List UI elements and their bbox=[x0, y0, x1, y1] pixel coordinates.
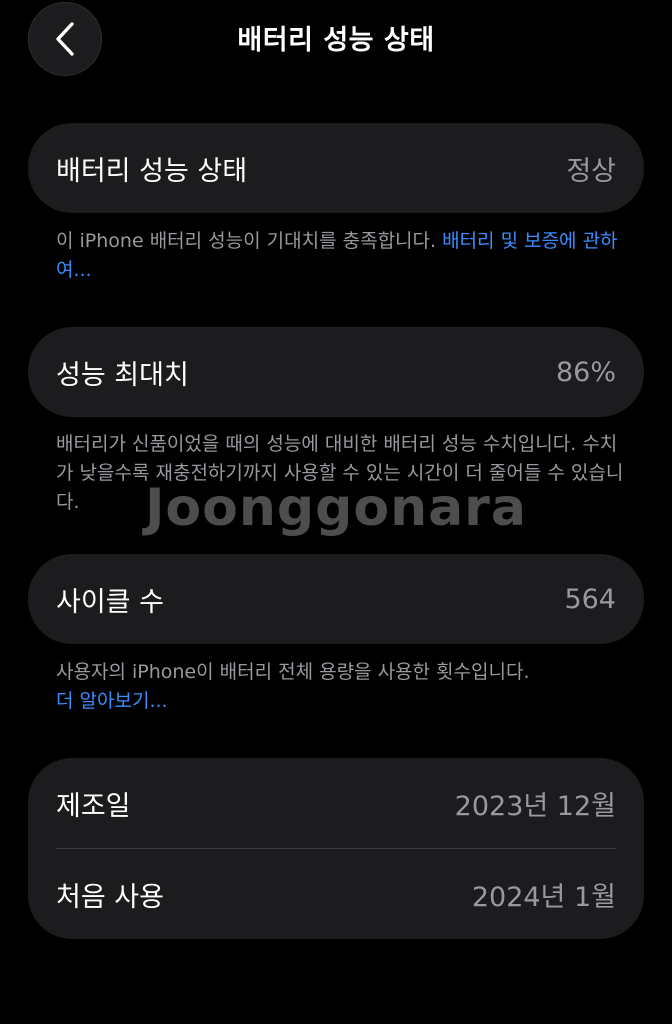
cycle-count-row: 사이클 수 564 bbox=[28, 554, 644, 644]
battery-health-row: 배터리 성능 상태 정상 bbox=[28, 123, 644, 213]
cycle-count-card: 사이클 수 564 bbox=[28, 554, 644, 644]
manufacture-date-value: 2023년 12월 bbox=[454, 790, 616, 822]
first-use-row: 처음 사용 2024년 1월 bbox=[28, 849, 644, 939]
max-capacity-label: 성능 최대치 bbox=[56, 359, 189, 391]
max-capacity-row: 성능 최대치 86% bbox=[28, 327, 644, 417]
cycle-count-note: 사용자의 iPhone이 배터리 전체 용량을 사용한 횟수입니다. 더 알아보… bbox=[56, 658, 626, 716]
battery-health-note-text: 이 iPhone 배터리 성능이 기대치를 충족합니다. bbox=[56, 230, 443, 252]
first-use-label: 처음 사용 bbox=[56, 881, 164, 913]
manufacture-date-label: 제조일 bbox=[56, 790, 131, 822]
cycle-count-label: 사이클 수 bbox=[56, 586, 164, 618]
cycle-count-value: 564 bbox=[564, 583, 616, 615]
manufacture-date-row: 제조일 2023년 12월 bbox=[28, 758, 644, 848]
cycle-count-note-text: 사용자의 iPhone이 배터리 전체 용량을 사용한 횟수입니다. bbox=[56, 661, 530, 683]
battery-health-value: 정상 bbox=[566, 155, 616, 187]
battery-health-card: 배터리 성능 상태 정상 bbox=[28, 123, 644, 213]
max-capacity-value: 86% bbox=[555, 356, 616, 388]
max-capacity-note: 배터리가 신품이었을 때의 성능에 대비한 배터리 성능 수치입니다. 수치가 … bbox=[56, 430, 626, 517]
dates-card: 제조일 2023년 12월 처음 사용 2024년 1월 bbox=[28, 758, 644, 939]
first-use-value: 2024년 1월 bbox=[471, 881, 616, 913]
battery-health-note: 이 iPhone 배터리 성능이 기대치를 충족합니다. 배터리 및 보증에 관… bbox=[56, 227, 626, 285]
max-capacity-note-text: 배터리가 신품이었을 때의 성능에 대비한 배터리 성능 수치입니다. 수치가 … bbox=[56, 433, 624, 513]
battery-health-label: 배터리 성능 상태 bbox=[56, 155, 248, 187]
page-title: 배터리 성능 상태 bbox=[237, 25, 435, 56]
learn-more-link[interactable]: 더 알아보기... bbox=[56, 690, 168, 712]
max-capacity-card: 성능 최대치 86% bbox=[28, 327, 644, 417]
